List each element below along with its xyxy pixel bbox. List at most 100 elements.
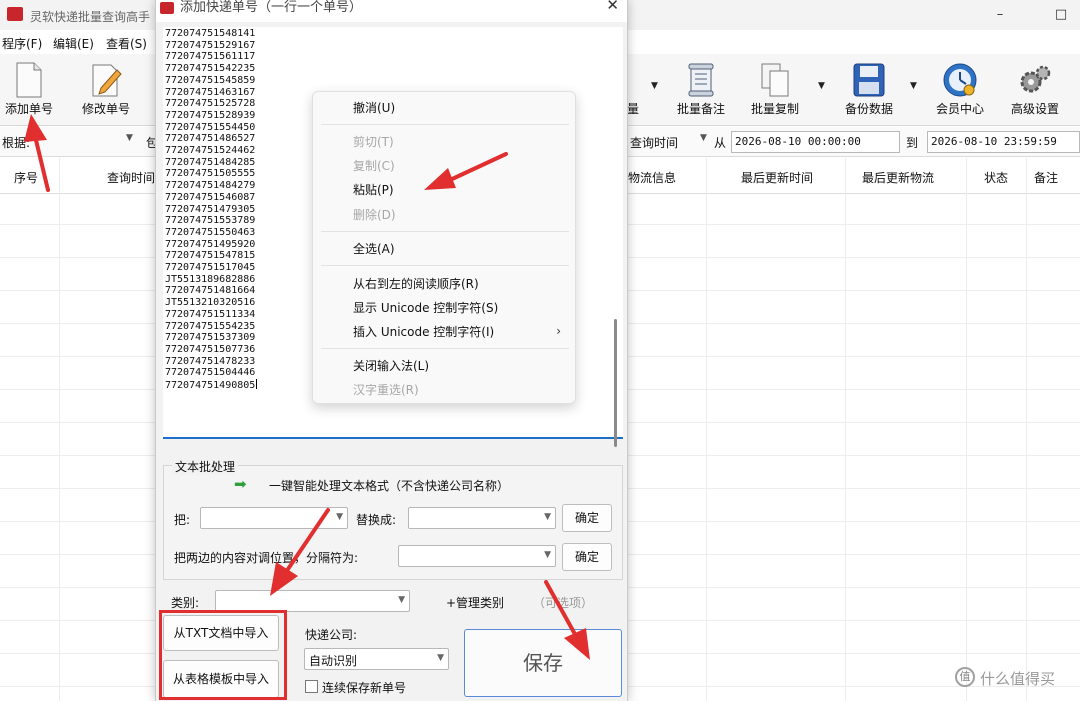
menu-item-show-unicode[interactable]: 显示 Unicode 控制字符(S) xyxy=(353,299,498,316)
menu-view[interactable]: 查看(S) xyxy=(106,35,147,52)
toolbar-partial-label: 量 xyxy=(626,102,639,116)
replace-to-label: 替换成: xyxy=(356,513,397,527)
app-title: 灵软快递批量查询高手 xyxy=(30,10,151,24)
number-line: 772074751553789 xyxy=(165,215,256,227)
clock-icon xyxy=(943,63,977,97)
save-button[interactable]: 保存 xyxy=(464,629,622,697)
number-line: 772074751495920 xyxy=(165,238,256,250)
add-number-button[interactable]: 添加单号 xyxy=(0,60,58,122)
floppy-disk-icon xyxy=(853,63,885,97)
to-datetime-picker[interactable]: 2026-08-10 23:59:59 xyxy=(927,131,1080,153)
edit-number-button[interactable]: 修改单号 xyxy=(76,60,136,122)
scrollbar-thumb[interactable] xyxy=(614,319,617,447)
close-icon[interactable]: ✕ xyxy=(606,0,619,14)
number-line: 772074751484279 xyxy=(165,180,256,192)
number-line: 772074751481664 xyxy=(165,285,256,297)
add-number-label: 添加单号 xyxy=(4,102,53,116)
number-line: 772074751484285 xyxy=(165,156,256,168)
watermark-logo-icon: 值 xyxy=(955,667,975,687)
toolbar-partial-button[interactable]: 量 xyxy=(626,60,640,122)
chevron-down-icon: ▼ xyxy=(544,550,551,560)
gear-icon xyxy=(1020,65,1051,93)
chevron-down-icon: ▼ xyxy=(544,512,551,522)
arrow-right-icon[interactable]: ➡ xyxy=(234,476,247,492)
member-center-button[interactable]: 会员中心 xyxy=(928,60,992,122)
chevron-down-icon: ▼ xyxy=(336,512,343,522)
app-logo-icon xyxy=(7,7,23,21)
number-line: 772074751511334 xyxy=(165,308,256,320)
separator-combo[interactable]: ▼ xyxy=(398,545,556,567)
replace-from-combo[interactable]: ▼ xyxy=(200,507,348,529)
col-query-time[interactable]: 查询时间 xyxy=(107,169,155,186)
menu-item-undo[interactable]: 撤消(U) xyxy=(353,99,395,116)
smart-format-link[interactable]: 一键智能处理文本格式（不含快递公司名称） xyxy=(269,477,509,494)
advanced-settings-label: 高级设置 xyxy=(1010,102,1059,116)
menu-item-select-all[interactable]: 全选(A) xyxy=(353,240,395,257)
number-line: 772074751547815 xyxy=(165,250,256,262)
copy-icon xyxy=(761,63,789,97)
category-combo[interactable]: ▼ xyxy=(215,590,410,612)
keep-saving-checkbox[interactable] xyxy=(305,680,318,693)
dialog-titlebar: 添加快递单号（一行一个单号） ✕ xyxy=(156,0,627,22)
number-line: 772074751463167 xyxy=(165,86,256,98)
menu-program[interactable]: 程序(F) xyxy=(2,35,42,52)
number-line: 772074751546087 xyxy=(165,191,256,203)
replace-from-label: 把: xyxy=(174,513,191,527)
swap-confirm-button[interactable]: 确定 xyxy=(562,543,612,571)
batch-note-label: 批量备注 xyxy=(676,102,725,116)
manage-category-link[interactable]: +管理类别 xyxy=(446,594,504,611)
edit-document-icon xyxy=(92,64,122,97)
dropdown-arrow-icon[interactable]: ▼ xyxy=(651,81,658,91)
advanced-settings-button[interactable]: 高级设置 xyxy=(1002,60,1068,122)
menu-separator xyxy=(321,124,569,125)
time-field-select[interactable]: 查询时间 xyxy=(630,134,678,151)
member-center-label: 会员中心 xyxy=(935,102,984,116)
replace-confirm-button[interactable]: 确定 xyxy=(562,504,612,532)
chevron-down-icon[interactable]: ▼ xyxy=(700,133,707,143)
number-line: JT5513189682886 xyxy=(165,273,256,285)
from-datetime-picker[interactable]: 2026-08-10 00:00:00 xyxy=(731,131,900,153)
maximize-icon[interactable]: □ xyxy=(1046,4,1076,26)
courier-value: 自动识别 xyxy=(309,654,358,668)
chevron-down-icon[interactable]: ▼ xyxy=(126,133,133,143)
backup-data-button[interactable]: 备份数据 xyxy=(838,60,900,122)
col-index[interactable]: 序号 xyxy=(14,169,38,186)
document-icon xyxy=(16,62,42,98)
dropdown-arrow-icon[interactable]: ▼ xyxy=(910,81,917,91)
col-logistics[interactable]: 物流信息 xyxy=(628,169,676,186)
menu-item-delete[interactable]: 删除(D) xyxy=(353,206,396,223)
menu-item-insert-unicode[interactable]: 插入 Unicode 控制字符(I) xyxy=(353,323,494,340)
number-line: 772074751507736 xyxy=(165,343,256,355)
batch-group-title: 文本批处理 xyxy=(172,458,239,475)
batch-copy-label: 批量复制 xyxy=(750,102,799,116)
col-status[interactable]: 状态 xyxy=(984,169,1008,186)
number-line: 772074751548141 xyxy=(165,28,256,39)
menu-item-paste[interactable]: 粘贴(P) xyxy=(353,181,394,198)
menu-item-cut[interactable]: 剪切(T) xyxy=(353,133,394,150)
dropdown-arrow-icon[interactable]: ▼ xyxy=(818,81,825,91)
courier-combo[interactable]: 自动识别 ▼ xyxy=(304,648,449,670)
col-last-update-logistics[interactable]: 最后更新物流 xyxy=(862,169,934,186)
menu-edit[interactable]: 编辑(E) xyxy=(53,35,94,52)
menubar: 程序(F) 编辑(E) 查看(S) xyxy=(0,32,160,54)
col-last-update-time[interactable]: 最后更新时间 xyxy=(741,169,813,186)
to-label: 到 xyxy=(906,136,919,150)
minimize-icon[interactable]: – xyxy=(985,4,1015,26)
menu-separator xyxy=(321,231,569,232)
optional-hint: （可选项） xyxy=(533,596,594,610)
batch-note-button[interactable]: 批量备注 xyxy=(670,60,732,122)
number-line: 772074751554450 xyxy=(165,121,256,133)
category-label: 类别: xyxy=(171,596,200,610)
menu-item-reconvert[interactable]: 汉字重选(R) xyxy=(353,381,419,398)
menu-item-rtl[interactable]: 从右到左的阅读顺序(R) xyxy=(353,275,479,292)
number-line: 772074751529167 xyxy=(165,39,256,51)
number-line: 772074751550463 xyxy=(165,226,256,238)
number-list: 772074751548141 772074751529167 7720747515… xyxy=(165,28,258,392)
basis-label: 根据: xyxy=(2,136,31,150)
col-note[interactable]: 备注 xyxy=(1034,169,1058,186)
menu-item-copy[interactable]: 复制(C) xyxy=(353,157,395,174)
menu-item-close-ime[interactable]: 关闭输入法(L) xyxy=(353,357,429,374)
chevron-down-icon: ▼ xyxy=(437,653,444,663)
replace-to-combo[interactable]: ▼ xyxy=(408,507,556,529)
batch-copy-button[interactable]: 批量复制 xyxy=(744,60,806,122)
